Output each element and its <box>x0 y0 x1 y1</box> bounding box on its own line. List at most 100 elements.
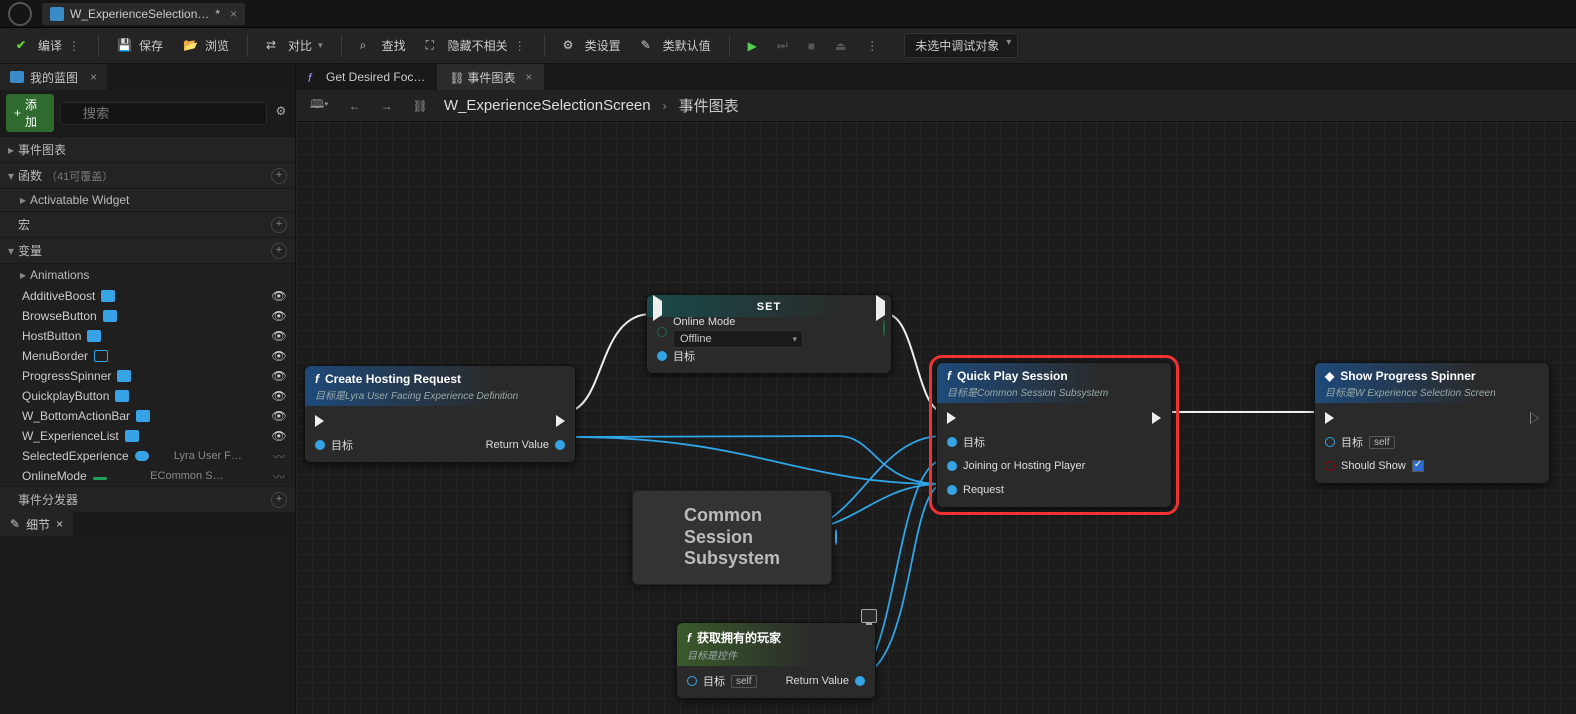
graph-tab-label: Get Desired Foc… <box>326 70 425 84</box>
exec-out-pin[interactable] <box>1530 409 1539 427</box>
node-create-hosting-request[interactable]: fCreate Hosting Request 目标是Lyra User Fac… <box>304 365 576 463</box>
target-pin[interactable]: 目标 <box>657 347 881 365</box>
visibility-icon[interactable]: 👁 <box>271 289 287 303</box>
step-button[interactable]: ⏭ <box>769 34 796 57</box>
find-button[interactable]: ⌕ 查找 <box>352 33 414 58</box>
browse-button[interactable]: 📂 浏览 <box>175 33 237 58</box>
nav-back-button[interactable]: ← <box>345 97 365 115</box>
request-pin[interactable]: Request <box>947 481 1085 499</box>
target-pin[interactable]: 目标 <box>315 436 353 454</box>
var-item[interactable]: BrowseButton👁 <box>0 306 295 326</box>
cat-variables[interactable]: ▾变量+ <box>0 237 295 263</box>
cat-dispatchers[interactable]: 事件分发器+ <box>0 486 295 512</box>
online-mode-pin[interactable]: Online Mode Offline <box>657 323 881 341</box>
node-set[interactable]: SET Online Mode Offline 目标 <box>646 294 892 374</box>
exec-out-pin[interactable] <box>556 412 565 430</box>
play-options-button[interactable]: ⋮ <box>858 35 886 57</box>
class-defaults-button[interactable]: ✎ 类默认值 <box>633 33 719 58</box>
visibility-icon[interactable]: 👁 <box>271 429 287 443</box>
stop-button[interactable]: ■ <box>800 35 823 57</box>
cat-activatable[interactable]: ▸Activatable Widget <box>0 188 295 211</box>
breadcrumb-root[interactable]: W_ExperienceSelectionScreen <box>444 97 651 114</box>
value-out-pin[interactable] <box>883 321 885 335</box>
visibility-icon[interactable]: 👁 <box>271 389 287 403</box>
cat-animations[interactable]: ▸Animations <box>0 263 295 286</box>
eject-button[interactable]: ⏏ <box>827 35 854 57</box>
cat-functions[interactable]: ▾函数（41可覆盖）+ <box>0 162 295 188</box>
var-item[interactable]: ProgressSpinner👁 <box>0 366 295 386</box>
add-plus-icon[interactable]: + <box>271 168 287 184</box>
return-value-pin[interactable]: Return Value <box>786 672 865 690</box>
node-quick-play-session[interactable]: fQuick Play Session 目标是Common Session Su… <box>936 362 1172 508</box>
close-icon[interactable]: × <box>230 7 237 21</box>
node-get-owning-player[interactable]: f获取拥有的玩家 目标是控件 目标self Return Value <box>676 622 876 699</box>
add-plus-icon[interactable]: + <box>271 492 287 508</box>
graph-icon: ⛓ <box>409 97 432 115</box>
target-pin[interactable]: 目标 <box>947 433 1085 451</box>
visibility-icon[interactable]: 〰 <box>271 468 287 485</box>
editor-tab[interactable]: W_ExperienceSelection… * × <box>42 3 245 25</box>
graph-tab-event[interactable]: ⛓ 事件图表 × <box>437 64 544 90</box>
exec-out-pin[interactable] <box>1152 409 1161 427</box>
target-pin[interactable]: 目标self <box>1325 433 1424 451</box>
graph-tab-function[interactable]: f Get Desired Foc… <box>296 64 437 90</box>
node-common-session-subsystem[interactable]: CommonSessionSubsystem <box>632 490 832 585</box>
var-item[interactable]: OnlineModeECommon S…〰 <box>0 466 295 486</box>
exec-in-pin[interactable] <box>1325 409 1424 427</box>
var-item[interactable]: SelectedExperienceLyra User F…〰 <box>0 446 295 466</box>
var-item[interactable]: AdditiveBoost👁 <box>0 286 295 306</box>
options-dots-icon[interactable]: ⋮ <box>68 39 80 53</box>
debug-object-select[interactable]: 未选中调试对象 <box>904 33 1018 58</box>
exec-in-pin[interactable] <box>947 409 1085 427</box>
save-button[interactable]: 💾 保存 <box>109 33 171 58</box>
var-item[interactable]: W_BottomActionBar👁 <box>0 406 295 426</box>
close-icon[interactable]: × <box>90 70 97 84</box>
target-pin[interactable]: 目标self <box>687 672 757 690</box>
node-show-progress-spinner[interactable]: ◆Show Progress Spinner 目标是W Experience S… <box>1314 362 1550 484</box>
visibility-icon[interactable]: 👁 <box>271 369 287 383</box>
exec-in-pin[interactable] <box>653 301 662 315</box>
visibility-icon[interactable]: 〰 <box>271 448 287 465</box>
var-item[interactable]: HostButton👁 <box>0 326 295 346</box>
visibility-icon[interactable]: 👁 <box>271 349 287 363</box>
visibility-icon[interactable]: 👁 <box>271 409 287 423</box>
var-item[interactable]: W_ExperienceList👁 <box>0 426 295 446</box>
class-settings-button[interactable]: ⚙ 类设置 <box>555 33 629 58</box>
var-item[interactable]: QuickplayButton👁 <box>0 386 295 406</box>
exec-in-pin[interactable] <box>315 412 353 430</box>
var-name: SelectedExperience <box>22 449 129 463</box>
cat-macros[interactable]: 宏+ <box>0 211 295 237</box>
options-dots-icon[interactable]: ⋮ <box>514 39 526 53</box>
settings-gear-icon[interactable]: ⚙ <box>273 104 289 122</box>
add-plus-icon[interactable]: + <box>271 243 287 259</box>
play-button[interactable]: ▶ <box>740 35 765 57</box>
online-mode-select[interactable]: Offline <box>673 330 803 348</box>
output-pin[interactable] <box>835 530 837 544</box>
add-button[interactable]: + 添加 <box>6 94 54 132</box>
my-blueprint-tab[interactable]: 我的蓝图 × <box>0 64 107 90</box>
var-type-icon <box>94 350 108 362</box>
add-plus-icon[interactable]: + <box>271 217 287 233</box>
bool-checkbox[interactable] <box>1412 460 1424 472</box>
should-show-pin[interactable]: Should Show <box>1325 457 1424 475</box>
bookmark-icon[interactable]: 🕮▾ <box>306 93 333 118</box>
breadcrumb-leaf[interactable]: 事件图表 <box>679 95 739 116</box>
details-tab[interactable]: ✎ 细节 × <box>0 512 73 536</box>
var-item[interactable]: MenuBorder👁 <box>0 346 295 366</box>
hide-unrelated-button[interactable]: ⛶ 隐藏不相关 ⋮ <box>418 33 534 58</box>
return-value-pin[interactable]: Return Value <box>486 436 565 454</box>
search-input[interactable] <box>60 102 267 125</box>
diff-button[interactable]: ⇄ 对比 ▾ <box>258 33 331 58</box>
close-icon[interactable]: × <box>525 70 532 84</box>
exec-out-pin[interactable] <box>876 301 885 315</box>
nav-forward-button[interactable]: → <box>377 97 397 115</box>
compile-button[interactable]: ✔ 编译 ⋮ <box>8 33 88 58</box>
event-icon: ◆ <box>1325 369 1334 383</box>
player-pin[interactable]: Joining or Hosting Player <box>947 457 1085 475</box>
close-icon[interactable]: × <box>56 517 63 531</box>
visibility-icon[interactable]: 👁 <box>271 329 287 343</box>
cat-event-graph[interactable]: ▸事件图表 <box>0 136 295 162</box>
graph-canvas[interactable]: fCreate Hosting Request 目标是Lyra User Fac… <box>296 122 1576 714</box>
breadcrumb-sep: › <box>663 99 667 113</box>
visibility-icon[interactable]: 👁 <box>271 309 287 323</box>
